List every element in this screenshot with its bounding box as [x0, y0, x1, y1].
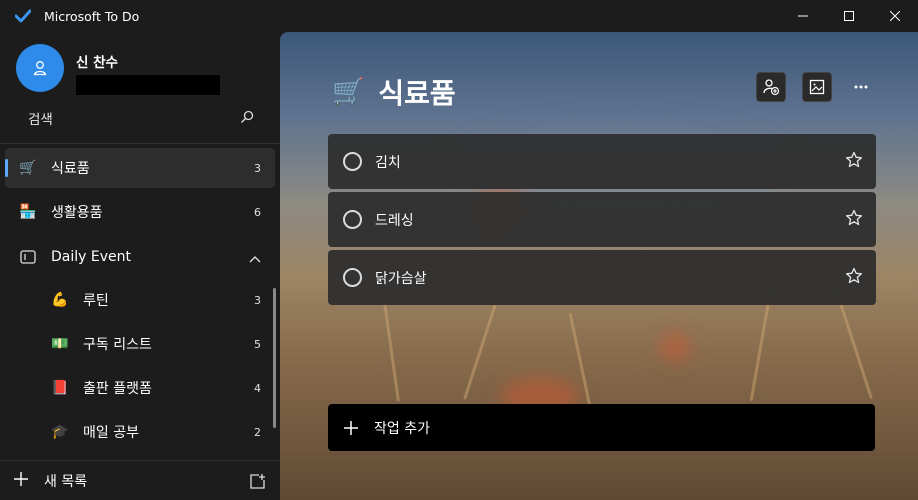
sidebar-item-groceries[interactable]: 🛒 식료품 3 [5, 148, 275, 188]
cart-icon: 🛒 [332, 77, 365, 107]
sidebar-item-label: 루틴 [83, 293, 109, 309]
sidebar: 신 찬수 검색 🛒 식료품 3 🏪 생활용품 6 Daily Event 💪 루… [0, 32, 280, 500]
star-icon[interactable] [845, 209, 863, 231]
maximize-button[interactable] [826, 0, 872, 32]
sidebar-item-label: 매일 공부 [83, 425, 139, 441]
selection-indicator [5, 159, 8, 177]
add-person-icon [763, 79, 780, 96]
sidebar-item-daily-study[interactable]: 🎓 매일 공부 2 [5, 412, 275, 452]
sidebar-scrollbar[interactable] [273, 288, 276, 428]
task-list-pane: 🛒 식료품 김치 드레싱 닭가슴살 작업 추가 [280, 32, 918, 500]
new-list-button[interactable]: 새 목록 [13, 471, 87, 491]
redacted-email [76, 75, 220, 95]
new-list-label: 새 목록 [44, 473, 88, 490]
close-button[interactable] [872, 0, 918, 32]
task-item[interactable]: 김치 [328, 134, 876, 189]
add-task-placeholder: 작업 추가 [374, 420, 430, 437]
task-count: 3 [254, 161, 261, 175]
background-wheat [463, 294, 500, 400]
background-poppy [660, 332, 690, 362]
minimize-button[interactable] [780, 0, 826, 32]
sidebar-item-routine[interactable]: 💪 루틴 3 [5, 280, 275, 320]
group-icon [18, 250, 38, 264]
search-icon[interactable] [240, 109, 254, 128]
more-options-button[interactable] [846, 72, 876, 102]
add-task-input[interactable]: 작업 추가 [328, 404, 875, 451]
sidebar-item-label: 식료품 [51, 161, 90, 177]
complete-checkbox[interactable] [343, 152, 362, 171]
store-icon: 🏪 [19, 204, 37, 220]
chevron-up-icon[interactable] [249, 248, 261, 267]
sidebar-footer: 새 목록 [0, 460, 280, 500]
group-label: Daily Event [51, 249, 131, 265]
task-item[interactable]: 드레싱 [328, 192, 876, 247]
task-item[interactable]: 닭가슴살 [328, 250, 876, 305]
sidebar-item-label: 출판 플랫폼 [83, 381, 152, 397]
task-title: 닭가슴살 [375, 270, 427, 287]
sidebar-divider [0, 143, 280, 144]
cart-icon: 🛒 [19, 160, 37, 176]
plus-icon [343, 420, 359, 436]
task-count: 5 [254, 337, 261, 351]
background-wheat [383, 302, 400, 402]
list-title[interactable]: 식료품 [378, 72, 455, 112]
task-count: 2 [254, 425, 261, 439]
star-icon[interactable] [845, 151, 863, 173]
star-icon[interactable] [845, 267, 863, 289]
task-count: 6 [254, 205, 261, 219]
picture-icon [809, 79, 825, 95]
task-title: 김치 [375, 154, 401, 171]
person-icon [33, 61, 47, 76]
task-count: 3 [254, 293, 261, 307]
search-box[interactable]: 검색 [28, 108, 254, 128]
change-theme-button[interactable] [802, 72, 832, 102]
todo-check-icon [15, 8, 31, 24]
window-controls [780, 0, 918, 32]
complete-checkbox[interactable] [343, 268, 362, 287]
task-count: 4 [254, 381, 261, 395]
sidebar-item-label: 생활용품 [51, 205, 103, 221]
ellipsis-icon [854, 85, 868, 89]
money-icon: 💵 [51, 336, 69, 352]
sidebar-item-household[interactable]: 🏪 생활용품 6 [5, 192, 275, 232]
graduation-cap-icon: 🎓 [51, 424, 69, 440]
share-list-button[interactable] [756, 72, 786, 102]
sidebar-item-subscriptions[interactable]: 💵 구독 리스트 5 [5, 324, 275, 364]
sidebar-item-publishing[interactable]: 📕 출판 플랫폼 4 [5, 368, 275, 408]
task-title: 드레싱 [375, 212, 414, 229]
complete-checkbox[interactable] [343, 210, 362, 229]
title-bar: Microsoft To Do [0, 0, 918, 32]
book-icon: 📕 [51, 380, 69, 396]
sidebar-item-label: 구독 리스트 [83, 337, 152, 353]
profile-name: 신 찬수 [76, 55, 118, 71]
app-title: Microsoft To Do [44, 8, 140, 24]
avatar[interactable] [16, 44, 64, 92]
search-label: 검색 [28, 112, 53, 128]
muscle-icon: 💪 [51, 292, 69, 308]
list-header: 🛒 식료품 [332, 72, 456, 112]
new-group-icon[interactable] [249, 473, 266, 494]
profile-section[interactable]: 신 찬수 [16, 44, 220, 95]
group-daily-event[interactable]: Daily Event [5, 237, 275, 277]
plus-icon [13, 471, 29, 491]
